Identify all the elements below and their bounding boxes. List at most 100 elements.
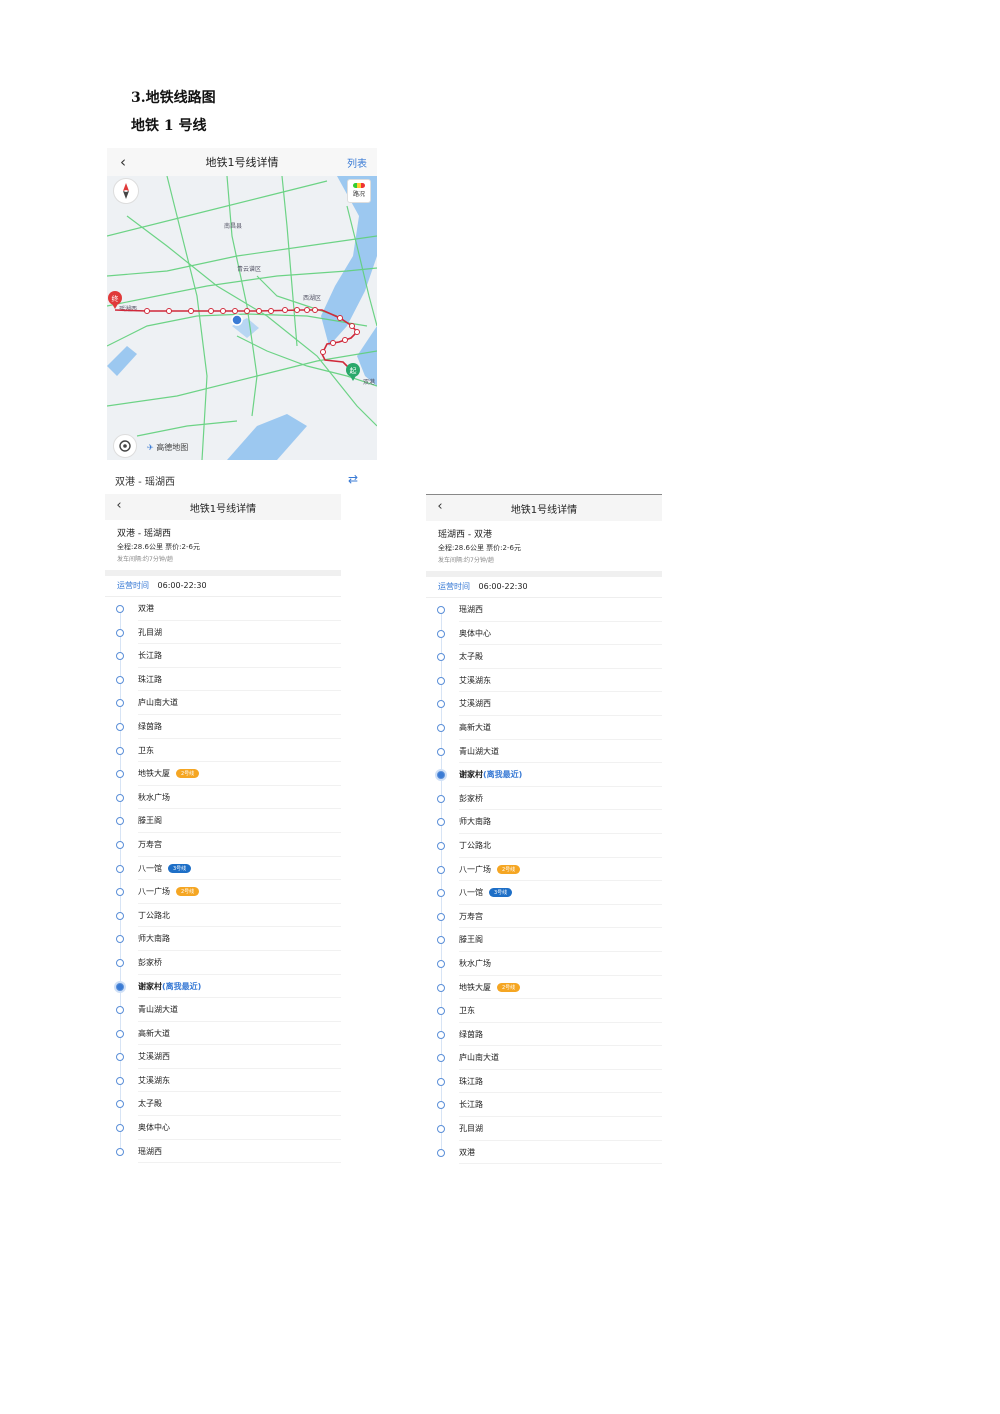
station-dot-icon (116, 958, 124, 967)
station-dot-icon (437, 912, 445, 921)
section-heading: 3.地铁线路图 (131, 90, 216, 106)
station-row[interactable]: 艾溪湖西 (105, 1045, 341, 1069)
station-row[interactable]: 师大南路 (105, 927, 341, 951)
station-row[interactable]: 孔目湖 (105, 620, 341, 645)
station-name: 青山湖大道 (138, 1005, 178, 1015)
station-row[interactable]: 师大南路 (426, 810, 662, 834)
interval-text: 发车间隔:约7分钟/趟 (117, 556, 173, 563)
station-name: 八一馆 3号线 (138, 863, 192, 874)
locate-icon[interactable] (113, 434, 137, 458)
direction-text: 双港 - 瑶湖西 (117, 529, 171, 539)
station-name: 艾溪湖东 (459, 675, 491, 685)
station-dot-icon (116, 675, 124, 684)
station-row[interactable]: 八一馆 3号线 (426, 881, 662, 905)
station-name: 艾溪湖西 (459, 699, 491, 709)
station-row[interactable]: 谢家村(离我最近) (105, 974, 341, 999)
station-row[interactable]: 珠江路 (426, 1069, 662, 1094)
station-row[interactable]: 孔目湖 (426, 1117, 662, 1141)
station-name: 滕王阁 (459, 935, 483, 945)
station-row[interactable]: 万寿宫 (426, 904, 662, 929)
station-row[interactable]: 青山湖大道 (105, 998, 341, 1022)
map-label-shuanggang: 双港 (363, 378, 375, 386)
station-row[interactable]: 珠江路 (105, 667, 341, 692)
compass-icon[interactable] (113, 178, 139, 204)
station-dot-icon (116, 1124, 124, 1133)
station-dot-icon (437, 1030, 445, 1039)
station-name: 师大南路 (138, 934, 170, 944)
station-row[interactable]: 丁公路北 (426, 833, 662, 858)
station-name: 艾溪湖东 (138, 1075, 170, 1085)
station-row[interactable]: 地铁大厦 2号线 (105, 762, 341, 786)
station-row[interactable]: 青山湖大道 (426, 739, 662, 764)
station-name: 庐山南大道 (459, 1053, 499, 1063)
map-canvas[interactable]: 南昌县 青云谱区 西湖区 瑶湖西 双港 终 起 (107, 176, 377, 460)
station-row[interactable]: 滕王阁 (105, 809, 341, 833)
station-row[interactable]: 艾溪湖东 (105, 1068, 341, 1093)
station-row[interactable]: 彭家桥 (426, 786, 662, 811)
transfer-line-badge: 2号线 (497, 864, 521, 874)
line-detail-panel-2: ‹ 地铁1号线详情 瑶湖西 - 双港 全程:28.6公里 票价:2-6元 发车间… (426, 494, 662, 1165)
station-row[interactable]: 卫东 (105, 738, 341, 763)
station-name: 卫东 (138, 745, 154, 755)
station-name: 长江路 (459, 1100, 483, 1110)
station-dot-icon (437, 841, 445, 850)
station-name: 双港 (459, 1147, 475, 1157)
station-dot-icon (116, 817, 124, 826)
station-row[interactable]: 八一广场 2号线 (105, 880, 341, 904)
station-row[interactable]: 八一馆 3号线 (105, 856, 341, 881)
line-info: 双港 - 瑶湖西 全程:28.6公里 票价:2-6元 发车间隔:约7分钟/趟 (105, 520, 341, 570)
map-screen: ‹ 地铁1号线详情 列表 南昌县 青云谱区 西湖区 瑶湖西 双港 终 起 路况 … (107, 148, 377, 460)
station-row[interactable]: 秋水广场 (105, 785, 341, 810)
station-row[interactable]: 太子殿 (105, 1092, 341, 1117)
station-row[interactable]: 长江路 (105, 644, 341, 668)
station-row[interactable]: 庐山南大道 (105, 691, 341, 715)
distance-fare-text: 全程:28.6公里 票价:2-6元 (117, 543, 200, 551)
station-row[interactable]: 卫东 (426, 999, 662, 1023)
station-row[interactable]: 长江路 (426, 1093, 662, 1118)
traffic-toggle-button[interactable]: 路况 (347, 179, 371, 203)
nearest-station-tag: (离我最近) (162, 981, 202, 991)
station-row[interactable]: 高新大道 (105, 1021, 341, 1046)
station-name: 谢家村(离我最近) (459, 770, 523, 780)
station-row[interactable]: 滕王阁 (426, 928, 662, 952)
station-row[interactable]: 艾溪湖西 (426, 692, 662, 716)
station-row[interactable]: 八一广场 2号线 (426, 857, 662, 882)
station-name: 长江路 (138, 651, 162, 661)
station-name: 彭家桥 (138, 957, 162, 967)
station-row[interactable]: 庐山南大道 (426, 1046, 662, 1070)
station-row[interactable]: 地铁大厦 2号线 (426, 975, 662, 1000)
station-name: 秋水广场 (138, 792, 170, 802)
station-dot-icon (116, 628, 124, 637)
station-name: 丁公路北 (138, 910, 170, 920)
station-row[interactable]: 艾溪湖东 (426, 668, 662, 693)
swap-direction-icon[interactable]: ⇄ (348, 472, 358, 486)
station-row[interactable]: 瑶湖西 (426, 598, 662, 622)
station-row[interactable]: 双港 (105, 597, 341, 621)
station-dot-icon (437, 723, 445, 732)
station-name: 八一广场 2号线 (138, 886, 200, 897)
map-label-yaohuxi: 瑶湖西 (119, 305, 137, 313)
station-row[interactable]: 双港 (426, 1140, 662, 1165)
station-dot-icon (437, 794, 445, 803)
station-row[interactable]: 高新大道 (426, 715, 662, 740)
station-dot-icon (437, 865, 445, 874)
station-row[interactable]: 丁公路北 (105, 903, 341, 928)
station-row[interactable]: 奥体中心 (105, 1116, 341, 1140)
station-dot-icon (437, 700, 445, 709)
station-name: 奥体中心 (459, 628, 491, 638)
station-row[interactable]: 秋水广场 (426, 951, 662, 976)
station-row[interactable]: 绿茵路 (426, 1022, 662, 1047)
station-dot-icon (437, 1077, 445, 1086)
station-row[interactable]: 绿茵路 (105, 714, 341, 739)
station-row[interactable]: 瑶湖西 (105, 1139, 341, 1164)
station-row[interactable]: 彭家桥 (105, 950, 341, 975)
station-row[interactable]: 万寿宫 (105, 832, 341, 857)
station-dot-icon (116, 699, 124, 708)
interval-text: 发车间隔:约7分钟/趟 (438, 557, 494, 564)
station-row[interactable]: 谢家村(离我最近) (426, 763, 662, 787)
station-name: 丁公路北 (459, 840, 491, 850)
station-row[interactable]: 太子殿 (426, 645, 662, 669)
list-button[interactable]: 列表 (347, 155, 367, 170)
route-direction-label: 双港 - 瑶湖西 (115, 477, 175, 488)
station-row[interactable]: 奥体中心 (426, 621, 662, 646)
